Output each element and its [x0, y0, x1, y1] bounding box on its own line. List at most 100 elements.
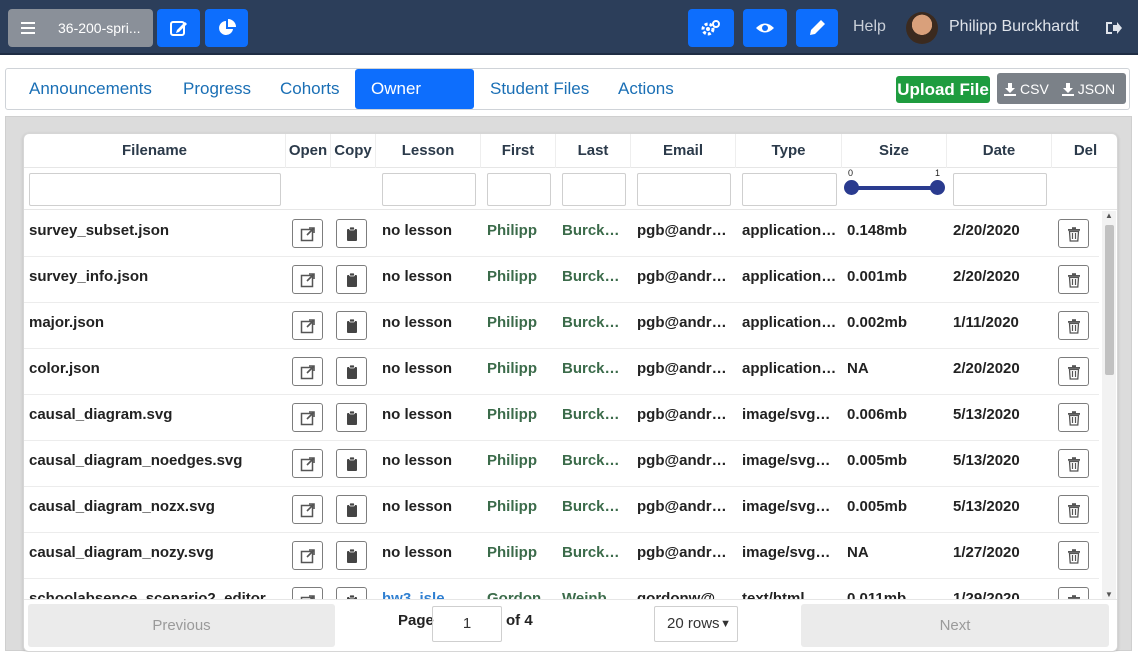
edit-lesson-button[interactable]: [157, 9, 200, 47]
copy-link-button[interactable]: [336, 587, 367, 599]
help-link[interactable]: Help: [853, 18, 886, 36]
trash-icon: [1066, 410, 1082, 426]
header-first[interactable]: First: [481, 134, 556, 168]
filename-filter-input[interactable]: [29, 173, 281, 206]
user-name[interactable]: Philipp Burckhardt: [949, 18, 1079, 36]
open-file-button[interactable]: [292, 541, 323, 570]
header-lesson[interactable]: Lesson: [376, 134, 481, 168]
previous-button[interactable]: Previous: [28, 604, 335, 647]
header-date[interactable]: Date: [947, 134, 1052, 168]
rows-per-page-select[interactable]: 20 rows ▼: [654, 606, 738, 642]
first-filter-input[interactable]: [487, 173, 551, 206]
course-menu-button[interactable]: 36-200-spri...: [8, 9, 153, 47]
last-filter-input[interactable]: [562, 173, 626, 206]
filename-cell: major.json: [29, 314, 105, 331]
delete-file-button[interactable]: [1058, 495, 1089, 524]
copy-link-button[interactable]: [336, 495, 367, 524]
csv-export-button[interactable]: CSV: [997, 81, 1055, 97]
tab-progress[interactable]: Progress: [167, 69, 267, 109]
top-nav-bar: 36-200-spri... Help Philipp Burckhardt: [0, 0, 1138, 55]
delete-file-button[interactable]: [1058, 541, 1089, 570]
open-file-button[interactable]: [292, 219, 323, 248]
clipboard-icon: [344, 364, 360, 380]
header-email[interactable]: Email: [631, 134, 736, 168]
open-file-button[interactable]: [292, 403, 323, 432]
copy-link-button[interactable]: [336, 357, 367, 386]
external-link-icon: [300, 364, 316, 380]
header-size[interactable]: Size: [842, 134, 947, 168]
open-file-button[interactable]: [292, 587, 323, 599]
email-cell: pgb@andre...: [637, 268, 731, 285]
delete-file-button[interactable]: [1058, 587, 1089, 599]
copy-link-button[interactable]: [336, 219, 367, 248]
delete-file-button[interactable]: [1058, 219, 1089, 248]
statistics-button[interactable]: [205, 9, 248, 47]
logout-icon[interactable]: [1104, 20, 1122, 36]
date-filter-input[interactable]: [953, 173, 1047, 206]
last-name-cell: Burckha...: [562, 268, 626, 285]
json-export-button[interactable]: JSON: [1055, 81, 1121, 97]
scroll-down-icon[interactable]: ▼: [1105, 590, 1113, 599]
download-icon: [1061, 82, 1074, 96]
copy-link-button[interactable]: [336, 265, 367, 294]
header-copy[interactable]: Copy: [331, 134, 376, 168]
settings-button[interactable]: [688, 9, 734, 47]
open-file-button[interactable]: [292, 495, 323, 524]
delete-file-button[interactable]: [1058, 403, 1089, 432]
scroll-up-icon[interactable]: ▲: [1105, 211, 1113, 220]
tab-student-files[interactable]: Student Files: [474, 69, 605, 109]
lesson-filter-input[interactable]: [382, 173, 476, 206]
email-cell: pgb@andre...: [637, 544, 731, 561]
table-row: survey_info.json no lesson Philipp Burck…: [24, 257, 1099, 303]
delete-file-button[interactable]: [1058, 357, 1089, 386]
type-filter-input[interactable]: [742, 173, 837, 206]
files-table: Filename Open Copy Lesson First Last Ema…: [23, 133, 1118, 652]
scrollbar-thumb[interactable]: [1105, 225, 1114, 375]
chevron-down-icon: ▼: [720, 618, 731, 630]
next-button[interactable]: Next: [801, 604, 1109, 647]
open-file-button[interactable]: [292, 311, 323, 340]
delete-file-button[interactable]: [1058, 265, 1089, 294]
open-file-button[interactable]: [292, 449, 323, 478]
open-file-button[interactable]: [292, 357, 323, 386]
tab-actions[interactable]: Actions: [602, 69, 690, 109]
copy-link-button[interactable]: [336, 541, 367, 570]
open-file-button[interactable]: [292, 265, 323, 294]
copy-link-button[interactable]: [336, 311, 367, 340]
vertical-scrollbar[interactable]: ▲ ▼: [1102, 211, 1116, 599]
header-last[interactable]: Last: [556, 134, 631, 168]
copy-link-button[interactable]: [336, 449, 367, 478]
last-name-cell: Burckha...: [562, 314, 626, 331]
external-link-icon: [300, 226, 316, 242]
clipboard-icon: [344, 226, 360, 242]
delete-file-button[interactable]: [1058, 449, 1089, 478]
course-label: 36-200-spri...: [58, 20, 141, 36]
filter-row: 0 1: [24, 168, 1117, 210]
tab-announcements[interactable]: Announcements: [13, 69, 168, 109]
header-filename[interactable]: Filename: [24, 134, 286, 168]
email-filter-input[interactable]: [637, 173, 731, 206]
size-cell: 0.006mb: [847, 406, 908, 423]
email-cell: pgb@andre...: [637, 222, 731, 239]
tab-owner-files[interactable]: Owner Files: [355, 69, 474, 138]
delete-file-button[interactable]: [1058, 311, 1089, 340]
preview-button[interactable]: [743, 9, 787, 47]
avatar[interactable]: [906, 12, 938, 44]
size-cell: 0.005mb: [847, 498, 908, 515]
page-number-input[interactable]: 1: [432, 606, 502, 642]
slider-max-handle[interactable]: [930, 180, 945, 195]
slider-min-handle[interactable]: [844, 180, 859, 195]
copy-link-button[interactable]: [336, 403, 367, 432]
header-del[interactable]: Del: [1052, 134, 1117, 168]
upload-file-button[interactable]: Upload File: [896, 76, 990, 103]
date-cell: 5/13/2020: [953, 498, 1020, 515]
table-row: schoolabsence_scenario2_editor_repor... …: [24, 579, 1099, 599]
tab-cohorts[interactable]: Cohorts: [264, 69, 356, 109]
header-open[interactable]: Open: [286, 134, 331, 168]
header-type[interactable]: Type: [736, 134, 842, 168]
editor-button[interactable]: [796, 9, 838, 47]
cogs-icon: [701, 20, 720, 36]
lesson-cell[interactable]: hw3_isle: [382, 579, 476, 599]
type-cell: image/svg+x...: [742, 498, 837, 515]
type-cell: application/j...: [742, 222, 837, 239]
